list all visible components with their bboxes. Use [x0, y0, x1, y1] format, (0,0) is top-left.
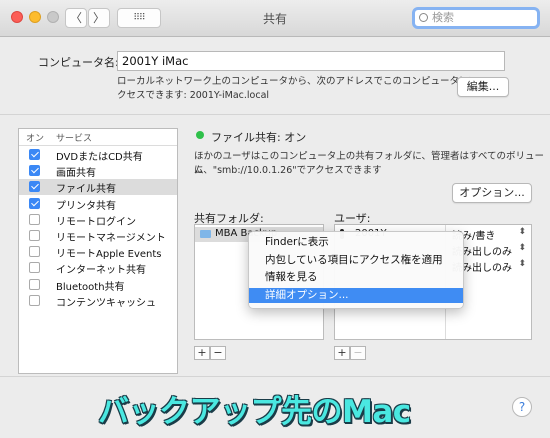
service-checkbox[interactable]: [29, 197, 40, 209]
add-folder-button[interactable]: +: [194, 346, 210, 360]
service-row[interactable]: ファイル共有: [19, 179, 177, 196]
computer-address-line2: クセスできます: 2001Y-iMac.local: [117, 90, 270, 101]
service-checkbox[interactable]: [29, 181, 40, 193]
service-label: 画面共有: [56, 168, 96, 180]
service-checkbox[interactable]: [29, 149, 40, 160]
context-menu-item[interactable]: 詳細オプション...: [249, 287, 463, 303]
service-label: インターネット共有: [56, 265, 146, 277]
bottom-divider: [0, 376, 550, 377]
service-label: ファイル共有: [56, 184, 116, 196]
computer-name-label: コンピュータ名:: [38, 56, 119, 69]
column-service: サービス: [56, 134, 93, 144]
service-list-header: オン サービス: [19, 129, 177, 146]
edit-button[interactable]: 編集...: [457, 77, 509, 97]
service-label: リモートログイン: [56, 216, 136, 228]
service-row[interactable]: DVDまたはCD共有: [19, 147, 177, 163]
service-row[interactable]: インターネット共有: [19, 260, 177, 276]
service-label: コンテンツキャッシュ: [56, 297, 156, 309]
service-checkbox[interactable]: [29, 262, 40, 274]
add-user-button[interactable]: +: [334, 346, 350, 360]
context-menu: Finderに表示 内包している項目にアクセス権を適用 情報を見る詳細オプション..…: [248, 231, 464, 309]
service-row[interactable]: 画面共有: [19, 163, 177, 179]
section-divider: [0, 114, 550, 115]
service-row[interactable]: Bluetooth共有: [19, 277, 177, 293]
service-list: オン サービス DVDまたはCD共有 画面共有ファイル共有 プリンタ共有リモートログ…: [18, 128, 178, 374]
service-checkbox[interactable]: [29, 246, 40, 258]
service-label: プリンタ共有: [56, 200, 116, 212]
service-checkbox[interactable]: [29, 294, 40, 306]
folder-icon: [200, 230, 211, 238]
sharing-window: 〈 〉 ⠿⠿ 共有 検索 コンピュータ名: 2001Y iMac ローカルネット…: [0, 0, 550, 438]
computer-name-field[interactable]: 2001Y iMac: [117, 51, 505, 71]
service-checkbox[interactable]: [29, 230, 40, 241]
service-checkbox[interactable]: [29, 213, 40, 225]
column-on: オン: [26, 134, 45, 144]
service-row[interactable]: リモートログイン: [19, 212, 177, 228]
options-button[interactable]: オプション...: [452, 183, 532, 203]
service-label: リモートマネージメント: [56, 233, 166, 244]
remove-folder-button[interactable]: −: [210, 346, 226, 360]
context-menu-item[interactable]: 情報を見る: [249, 270, 463, 285]
search-placeholder: 検索: [432, 11, 454, 24]
updown-arrows-icon: ⬍: [518, 243, 526, 253]
caption-text: バックアップ先のMac: [98, 394, 411, 430]
service-row[interactable]: プリンタ共有: [19, 196, 177, 212]
updown-arrows-icon: ⬍: [518, 259, 526, 269]
service-row[interactable]: コンテンツキャッシュ: [19, 293, 177, 309]
service-checkbox[interactable]: [29, 278, 40, 290]
service-row[interactable]: リモートApple Events: [19, 244, 177, 260]
status-text: ファイル共有: オン: [211, 131, 307, 144]
remove-user-button[interactable]: −: [350, 346, 366, 360]
updown-arrows-icon: ⬍: [518, 227, 526, 237]
service-row[interactable]: リモートマネージメント: [19, 228, 177, 244]
search-icon: [419, 13, 428, 22]
status-indicator-icon: [196, 131, 204, 139]
computer-address-line1: ローカルネットワーク上のコンピュータから、次のアドレスでこのコンピュータにア: [117, 76, 479, 87]
context-menu-item[interactable]: 内包している項目にアクセス権を適用: [249, 253, 463, 268]
service-label: Bluetooth共有: [56, 281, 125, 293]
service-label: リモートApple Events: [56, 249, 162, 261]
status-desc-line2: に、"smb://10.0.1.26"でアクセスできます: [194, 165, 382, 176]
help-button[interactable]: ?: [512, 397, 532, 417]
question-icon: ?: [518, 400, 526, 414]
service-checkbox[interactable]: [29, 165, 40, 177]
search-input[interactable]: 検索: [412, 7, 540, 29]
title-bar: 〈 〉 ⠿⠿ 共有 検索: [0, 0, 550, 37]
service-label: DVDまたはCD共有: [56, 152, 143, 163]
context-menu-item[interactable]: Finderに表示: [249, 235, 463, 250]
